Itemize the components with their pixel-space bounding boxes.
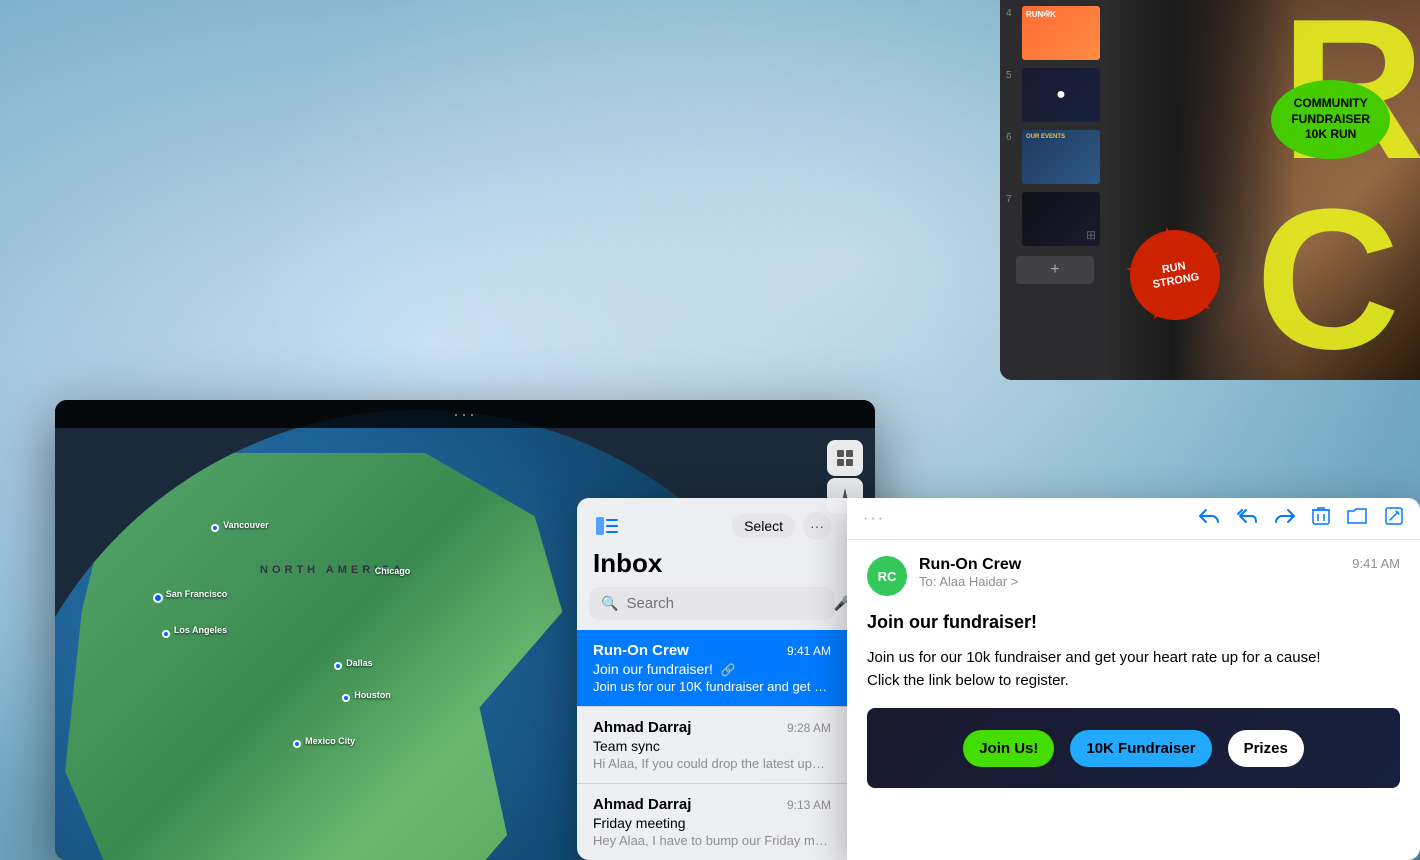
mail-message-ahmad-2[interactable]: Ahmad Darraj 9:13 AM Friday meeting Hey …	[577, 784, 847, 860]
join-us-button[interactable]: Join Us!	[963, 730, 1054, 767]
slide-num-4: 4	[1006, 8, 1018, 19]
slide-item-7[interactable]: 7	[1000, 190, 1110, 248]
mail-detail-body: RC Run-On Crew To: Alaa Haidar > 9:41 AM…	[847, 540, 1420, 857]
slide-thumb-6[interactable]	[1022, 130, 1100, 184]
mail-subject-1: Team sync	[593, 738, 831, 754]
mail-select-button[interactable]: Select	[732, 514, 795, 538]
mail-header-actions: Select ···	[732, 512, 831, 540]
city-label-vancouver: Vancouver	[223, 520, 269, 530]
slide-num-7: 7	[1006, 194, 1018, 205]
mail-detail-panel: ···	[847, 498, 1420, 860]
mail-time-0: 9:41 AM	[787, 644, 831, 658]
mail-inbox-title: Inbox	[577, 548, 847, 587]
mail-sidebar-toggle[interactable]	[593, 512, 621, 540]
city-dot-los-angeles	[162, 630, 170, 638]
mail-to-line: To: Alaa Haidar >	[919, 574, 1340, 589]
slide-num-6: 6	[1006, 132, 1018, 143]
mail-detail-timestamp: 9:41 AM	[1352, 556, 1400, 571]
microphone-icon[interactable]: 🎤	[833, 595, 847, 612]
keynote-canvas-area: R C RUN STRONG COMMUNITY FUNDRAISER 10K …	[1110, 0, 1420, 380]
city-label-houston: Houston	[354, 690, 391, 700]
trash-button[interactable]	[1312, 506, 1330, 531]
mail-message-ahmad-1[interactable]: Ahmad Darraj 9:28 AM Team sync Hi Alaa, …	[577, 707, 847, 784]
slide-item-4[interactable]: 4	[1000, 4, 1110, 62]
city-dot-vancouver	[211, 524, 219, 532]
search-icon: 🔍	[601, 595, 618, 612]
slide-thumb-4[interactable]	[1022, 6, 1100, 60]
mail-preview-2: Hey Alaa, I have to bump our Friday meet…	[593, 833, 831, 848]
slide-item-6[interactable]: 6	[1000, 128, 1110, 186]
mail-search-input[interactable]	[626, 595, 825, 612]
mail-sender-1: Ahmad Darraj	[593, 719, 691, 736]
mail-detail-dots: ···	[863, 510, 885, 528]
mail-sender-2: Ahmad Darraj	[593, 796, 691, 813]
prizes-button[interactable]: Prizes	[1228, 730, 1304, 767]
slide-thumb-7[interactable]	[1022, 192, 1100, 246]
compose-button[interactable]	[1384, 506, 1404, 531]
city-label-los-angeles: Los Angeles	[174, 625, 227, 635]
mail-body-text: Join us for our 10k fundraiser and get y…	[867, 647, 1400, 692]
mail-more-button[interactable]: ···	[803, 512, 831, 540]
keynote-slide-canvas: R C RUN STRONG COMMUNITY FUNDRAISER 10K …	[1110, 0, 1420, 380]
reply-button[interactable]	[1198, 507, 1220, 530]
mail-sender-row: RC Run-On Crew To: Alaa Haidar > 9:41 AM	[867, 556, 1400, 596]
map-layers-button[interactable]	[827, 440, 863, 476]
mail-message-run-on-crew[interactable]: Run-On Crew 9:41 AM Join our fundraiser!…	[577, 630, 847, 707]
yellow-c-letter: C	[1256, 180, 1400, 380]
mail-detail-toolbar: ···	[847, 498, 1420, 540]
add-slide-button[interactable]: +	[1016, 256, 1094, 284]
mail-subject-0: Join our fundraiser! 🔗	[593, 661, 831, 677]
city-label-dallas: Dallas	[346, 658, 373, 668]
mail-subject-2: Friday meeting	[593, 815, 831, 831]
maps-dots: ···	[453, 404, 477, 425]
city-dot-dallas	[334, 662, 342, 670]
slide-num-5: 5	[1006, 70, 1018, 81]
mail-list-header: Select ···	[577, 498, 847, 548]
slide-thumb-5[interactable]	[1022, 68, 1100, 122]
mail-time-2: 9:13 AM	[787, 798, 831, 812]
10k-fundraiser-button[interactable]: 10K Fundraiser	[1070, 730, 1211, 767]
community-fundraiser-sticker: COMMUNITY FUNDRAISER 10K RUN	[1271, 80, 1390, 159]
reply-all-button[interactable]	[1236, 507, 1258, 530]
attachment-icon-0: 🔗	[721, 663, 736, 677]
city-label-chicago: Chicago	[375, 566, 411, 576]
slide-item-5[interactable]: 5	[1000, 66, 1110, 124]
mail-preview-1: Hi Alaa, If you could drop the latest up…	[593, 756, 831, 771]
mail-search-bar[interactable]: 🔍 🎤	[589, 587, 835, 620]
city-label-san-francisco: San Francisco	[166, 589, 228, 599]
maps-titlebar: ···	[55, 400, 875, 428]
folder-button[interactable]	[1346, 507, 1368, 530]
mail-fundraiser-banner: Join Us! 10K Fundraiser Prizes	[867, 708, 1400, 788]
forward-button[interactable]	[1274, 507, 1296, 530]
sticker-green-text: COMMUNITY FUNDRAISER 10K RUN	[1291, 96, 1370, 143]
sender-info: Run-On Crew To: Alaa Haidar >	[919, 556, 1340, 589]
mail-detail-subject: Join our fundraiser!	[867, 612, 1400, 633]
city-label-mexico-city: Mexico City	[305, 736, 355, 746]
keynote-slides-panel: 4 5 6 7 +	[1000, 0, 1110, 380]
mail-detail-action-buttons	[1198, 506, 1404, 531]
mail-sender-0: Run-On Crew	[593, 642, 689, 659]
mail-preview-0: Join us for our 10K fundraiser and get y…	[593, 679, 831, 694]
sender-name: Run-On Crew	[919, 556, 1340, 574]
sticker-red-text: RUN STRONG	[1150, 258, 1201, 292]
keynote-window: 4 5 6 7 + R C	[1000, 0, 1420, 380]
sender-avatar: RC	[867, 556, 907, 596]
mail-list-panel: Select ··· Inbox 🔍 🎤 Run-On Crew 9:41 AM…	[577, 498, 847, 860]
mail-time-1: 9:28 AM	[787, 721, 831, 735]
